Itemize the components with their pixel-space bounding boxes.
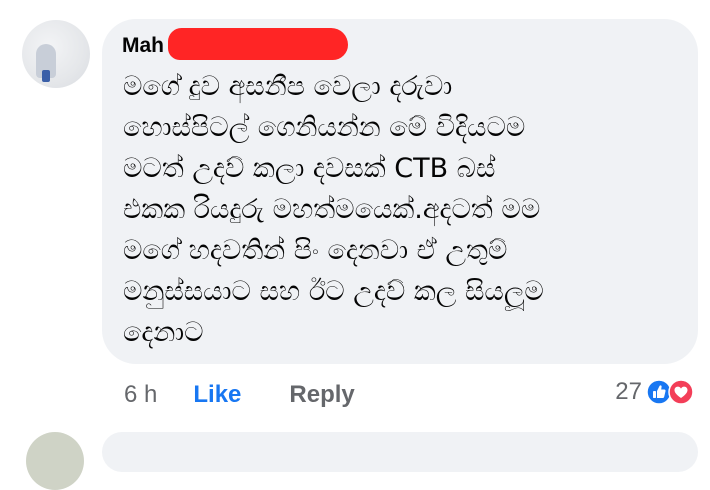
reply-button[interactable]: Reply xyxy=(289,381,354,409)
avatar-accent xyxy=(42,70,50,82)
comment-text: මගේ දුව අසනීප වෙලා දරුවා හොස්පිටල් ගෙනිය… xyxy=(123,71,544,348)
reaction-count: 27 xyxy=(615,378,642,405)
name-redaction-mark xyxy=(168,28,348,60)
comment-actions: 6 h Like Reply xyxy=(124,378,355,412)
next-comment-avatar[interactable] xyxy=(26,432,84,490)
commenter-avatar[interactable] xyxy=(22,20,90,88)
reactions-summary[interactable]: 27 xyxy=(615,376,694,408)
like-button[interactable]: Like xyxy=(193,381,241,409)
love-icon xyxy=(668,379,694,405)
next-comment-bubble xyxy=(102,432,698,472)
comment-timestamp[interactable]: 6 h xyxy=(124,381,157,409)
comment-author[interactable]: Mah xyxy=(122,34,164,58)
